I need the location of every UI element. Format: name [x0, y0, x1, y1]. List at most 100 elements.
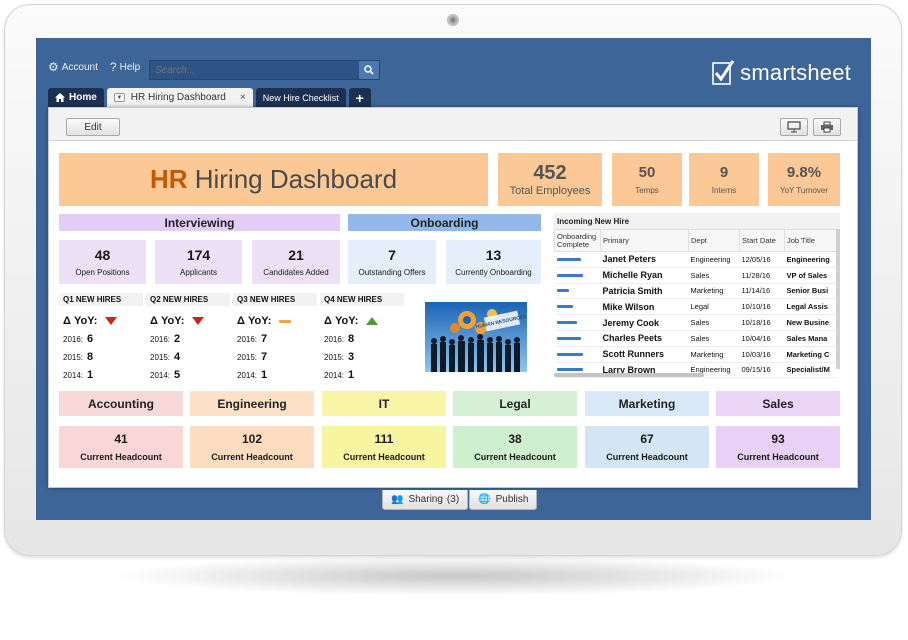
stat-label: Candidates Added — [263, 268, 329, 277]
stat-label: Outstanding Offers — [358, 268, 426, 277]
table-row[interactable]: Mike Wilson Legal 10/10/16 Legal Assis — [554, 298, 837, 316]
year-row: 2016: 6 — [63, 333, 143, 345]
dept-header-engineering: Engineering — [190, 391, 314, 416]
horizontal-scrollbar[interactable] — [554, 373, 704, 377]
dept-header-it: IT — [322, 391, 446, 416]
table-row[interactable]: Charles Peets Sales 10/04/16 Sales Mana — [554, 330, 837, 347]
close-tab-icon[interactable]: × — [240, 92, 246, 103]
headcount-label: Current Headcount — [80, 452, 162, 462]
year-value: 7 — [261, 351, 268, 363]
tab-home-label: Home — [69, 92, 97, 103]
primary-cell: Patricia Smith — [600, 283, 689, 300]
progress-bar — [556, 352, 583, 356]
print-button[interactable] — [813, 118, 841, 136]
col-primary[interactable]: Primary — [600, 229, 689, 252]
year-value: 4 — [174, 351, 181, 363]
yoy-row: Δ YoY: — [324, 315, 404, 327]
edit-button[interactable]: Edit — [66, 118, 120, 136]
table-row[interactable]: Patricia Smith Marketing 11/14/16 Senior Bu… — [554, 283, 837, 300]
job-title-cell: Marketing C — [784, 346, 837, 363]
search-box — [149, 60, 380, 80]
year-row: 2014: 1 — [237, 369, 317, 381]
kpi-label: Temps — [635, 186, 659, 195]
year-row: 2015: 7 — [237, 351, 317, 363]
col-start-date[interactable]: Start Date — [739, 229, 785, 252]
dashboard-panel: Edit HR Hiring Dashboard 452 Total Emplo… — [48, 107, 858, 488]
start-date-cell: 11/28/16 — [739, 267, 785, 284]
progress-bar — [556, 368, 583, 372]
year-row: 2014: 1 — [63, 369, 143, 381]
dept-headcount-sales: 93 Current Headcount — [716, 426, 840, 468]
col-job-title[interactable]: Job Title — [784, 229, 837, 252]
account-menu[interactable]: ⚙ Account — [48, 60, 98, 74]
col-dept[interactable]: Dept — [688, 229, 740, 252]
publish-button[interactable]: 🌐 Publish — [469, 490, 538, 510]
kpi-value: 9.8% — [786, 164, 822, 181]
dept-name: IT — [378, 396, 390, 411]
start-date-cell: 11/14/16 — [739, 283, 785, 300]
primary-cell: Janet Peters — [600, 251, 689, 268]
smartsheet-logo-icon — [712, 60, 735, 85]
headcount-label: Current Headcount — [343, 452, 425, 462]
year-row: 2014: 5 — [150, 369, 230, 381]
q1-new-hires: Q1 NEW HIRES Δ YoY: 2016: 6 2015: 8 2014: 1 — [59, 293, 143, 387]
trend-down-icon — [105, 316, 118, 325]
tab-dropdown-icon[interactable]: ▼ — [113, 93, 125, 102]
start-date-cell: 09/15/16 — [739, 362, 785, 379]
yoy-label: Δ YoY: — [237, 315, 272, 327]
dept-cell: Marketing — [688, 346, 740, 363]
year-label: 2014: — [237, 370, 258, 380]
toolbar: Edit — [49, 108, 857, 141]
help-menu[interactable]: ? Help — [110, 60, 140, 74]
primary-cell: Mike Wilson — [600, 298, 689, 316]
kpi-label: Interns — [711, 186, 737, 195]
tab-hr-dashboard[interactable]: ▼ HR Hiring Dashboard × — [106, 88, 253, 107]
primary-cell: Scott Runners — [600, 346, 689, 363]
onboarding-progress-cell — [554, 330, 601, 347]
job-title-cell: Senior Busi — [784, 283, 837, 300]
year-value: 1 — [348, 369, 355, 381]
yoy-row: Δ YoY: — [63, 315, 143, 327]
users-icon: 👥 — [391, 494, 404, 505]
kpi-value: 452 — [533, 162, 567, 184]
search-button[interactable] — [359, 61, 379, 79]
dept-cell: Legal — [688, 298, 740, 316]
headcount-value: 102 — [241, 432, 263, 446]
present-button[interactable] — [780, 118, 808, 136]
table-row[interactable]: Janet Peters Engineering 12/05/16 Engineeri… — [554, 251, 837, 268]
dept-cell: Engineering — [688, 251, 740, 268]
dept-cell: Sales — [688, 267, 740, 284]
table-row[interactable]: Jeremy Cook Sales 10/18/16 New Busine — [554, 314, 837, 331]
stat-open-positions: 48 Open Positions — [59, 240, 146, 284]
col-onboarding-complete[interactable]: Onboarding Complete — [554, 229, 601, 252]
kpi-yoy-turnover: 9.8% YoY Turnover — [768, 153, 840, 206]
trend-down-icon — [192, 316, 205, 325]
table-row[interactable]: Michelle Ryan Sales 11/28/16 VP of Sales — [554, 267, 837, 284]
progress-bar — [556, 257, 581, 261]
dept-name: Engineering — [217, 396, 287, 411]
add-tab-button[interactable]: + — [348, 88, 371, 107]
vertical-scrollbar[interactable] — [836, 229, 840, 369]
search-input[interactable] — [150, 61, 359, 79]
dept-header-legal: Legal — [453, 391, 577, 416]
yoy-label: Δ YoY: — [63, 315, 98, 327]
globe-icon: 🌐 — [478, 494, 491, 505]
tab-home[interactable]: Home — [48, 88, 104, 107]
quarter-title: Q1 NEW HIRES — [59, 293, 143, 306]
year-value: 7 — [261, 333, 268, 345]
year-value: 8 — [348, 333, 355, 345]
title-rest: Hiring Dashboard — [187, 164, 398, 194]
tab-new-hire-checklist[interactable]: New Hire Checklist — [255, 88, 346, 107]
brand-name: smartsheet — [740, 60, 851, 85]
stat-value: 174 — [186, 247, 211, 263]
table-row[interactable]: Scott Runners Marketing 10/03/16 Marketing … — [554, 346, 837, 363]
yoy-label: Δ YoY: — [150, 315, 185, 327]
year-row: 2016: 8 — [324, 333, 404, 345]
onboarding-progress-cell — [554, 251, 601, 268]
start-date-cell: 10/18/16 — [739, 314, 785, 331]
yoy-row: Δ YoY: — [150, 315, 230, 327]
headcount-value: 93 — [771, 432, 785, 446]
onboarding-progress-cell — [554, 267, 601, 284]
sharing-button[interactable]: 👥 Sharing (3) — [382, 490, 469, 510]
year-value: 1 — [87, 369, 94, 381]
